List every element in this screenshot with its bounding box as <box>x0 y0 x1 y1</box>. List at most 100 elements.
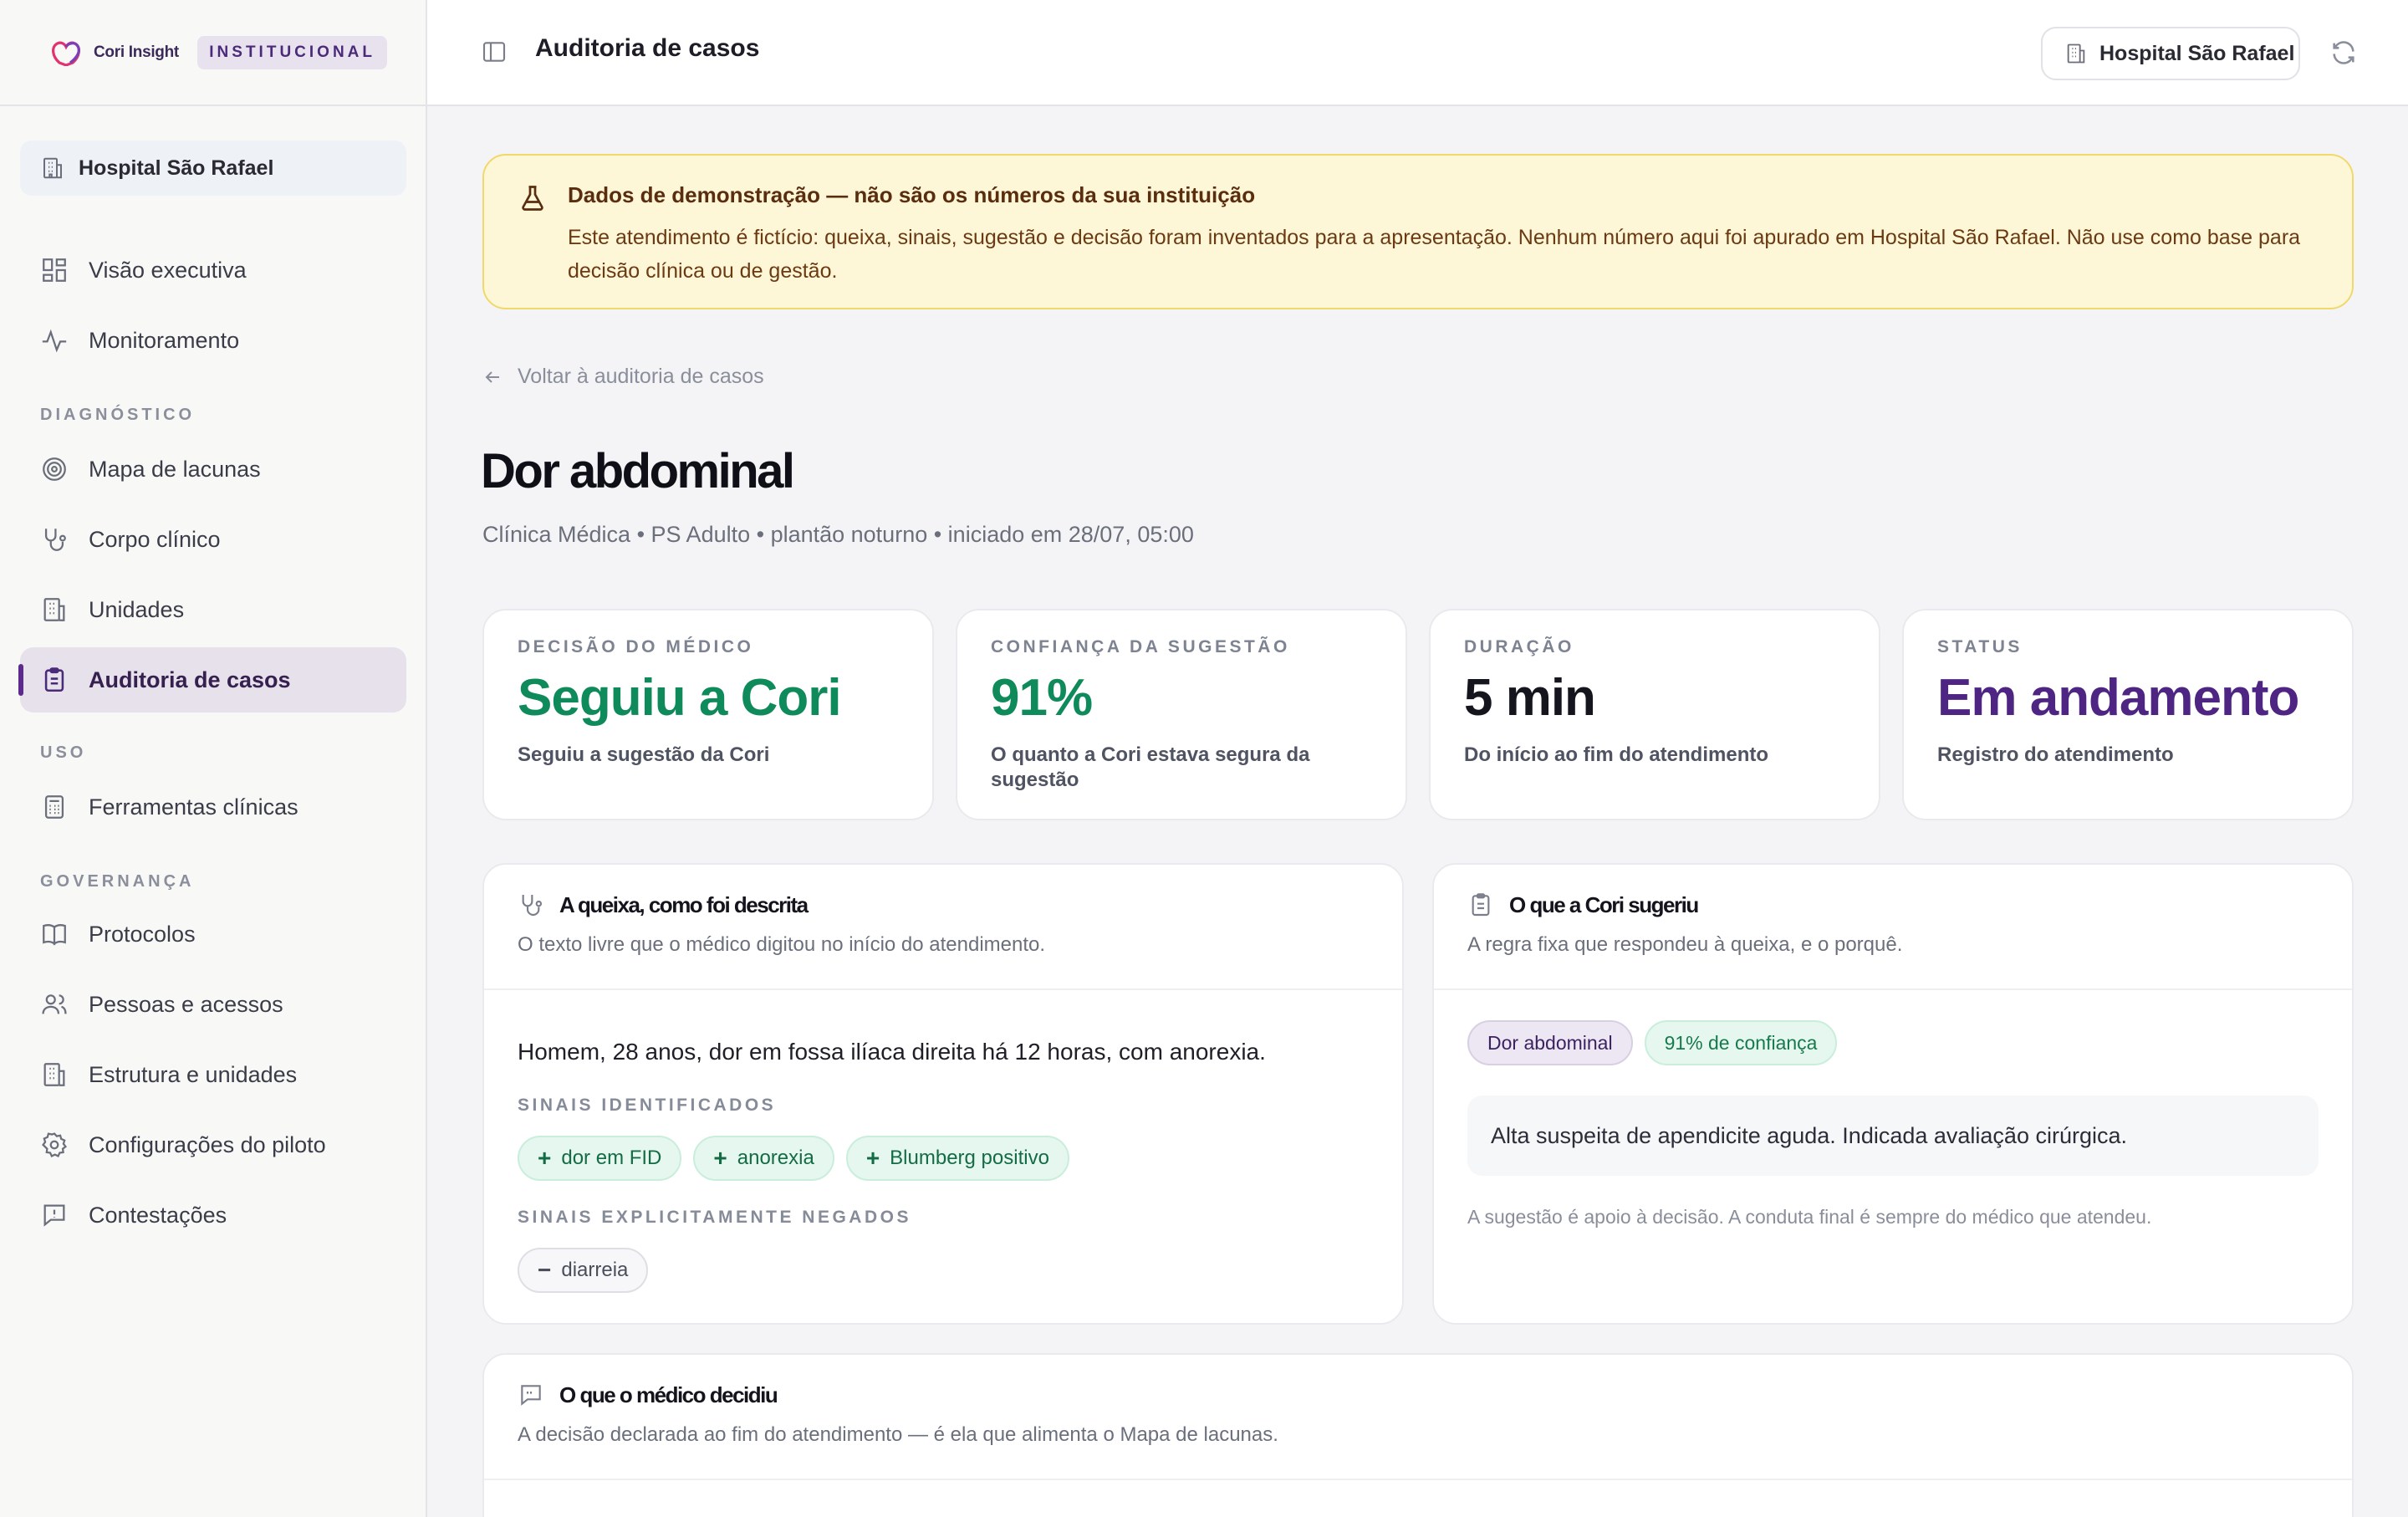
stat-card-decision: DECISÃO DO MÉDICO Seguiu a Cori Seguiu a… <box>482 609 934 820</box>
sidebar-item-configuracoes-do-piloto[interactable]: Configurações do piloto <box>20 1112 406 1177</box>
institutional-badge: INSTITUCIONAL <box>197 35 387 69</box>
sign-chip: + dor em FID <box>518 1136 682 1181</box>
card-header: O que a Cori sugeriu A regra fixa que re… <box>1434 865 2352 990</box>
stethoscope-icon <box>44 529 66 551</box>
sidebar-item-label: Configurações do piloto <box>89 1131 326 1157</box>
stat-card-status: STATUS Em andamento Registro do atendime… <box>1902 609 2354 820</box>
card-subtitle: A regra fixa que respondeu à queixa, e o… <box>1467 933 1903 956</box>
users-icon <box>42 994 67 1014</box>
clipboard-icon <box>1472 893 1490 917</box>
sign-chip: + Blumberg positivo <box>845 1136 1069 1181</box>
heart-logo-icon <box>52 41 80 66</box>
sidebar-item-pessoas-e-acessos[interactable]: Pessoas e acessos <box>20 972 406 1037</box>
card-subtitle: A decisão declarada ao fim do atendiment… <box>518 1423 1278 1446</box>
sidebar-item-corpo-clinico[interactable]: Corpo clínico <box>20 507 406 572</box>
page-header-title: Auditoria de casos <box>535 34 760 62</box>
sidebar-item-label: Ferramentas clínicas <box>89 794 298 820</box>
building-icon <box>43 157 62 179</box>
sidebar-toggle-icon[interactable] <box>481 38 508 65</box>
calculator-icon <box>44 795 64 819</box>
sidebar-item-label: Monitoramento <box>89 327 240 353</box>
stat-description: O quanto a Cori estava segura da sugestã… <box>991 743 1310 791</box>
plus-icon: + <box>865 1145 880 1171</box>
stat-description: Do início ao fim do atendimento <box>1464 743 1769 766</box>
stat-label: DURAÇÃO <box>1464 637 1574 656</box>
message-alert-icon <box>43 1204 65 1227</box>
clipboard-icon <box>44 667 64 692</box>
card-title-text: A queixa, como foi descrita <box>559 891 809 917</box>
stat-value: Seguiu a Cori <box>518 669 842 727</box>
plus-icon: + <box>538 1145 552 1171</box>
stat-description: Registro do atendimento <box>1937 743 2174 766</box>
flask-icon <box>522 186 543 211</box>
book-icon <box>43 924 66 946</box>
activity-icon <box>42 329 67 353</box>
building-icon <box>2067 43 2085 64</box>
sidebar-header: Cori Insight INSTITUCIONAL <box>0 0 426 106</box>
hospital-name: Hospital São Rafael <box>79 156 274 180</box>
sidebar-item-monitoramento[interactable]: Monitoramento <box>20 308 406 373</box>
card-title: O que o médico decidiu <box>518 1382 2319 1408</box>
complaint-text: Homem, 28 anos, dor em fossa ilíaca dire… <box>518 1039 1266 1065</box>
case-meta: Clínica Médica • PS Adulto • plantão not… <box>482 522 1194 547</box>
stat-value: 5 min <box>1464 669 1596 727</box>
decision-card: O que o médico decidiu A decisão declara… <box>482 1353 2354 1517</box>
building-icon <box>43 598 65 621</box>
brand-logo[interactable]: Cori Insight <box>50 39 179 66</box>
minus-icon: − <box>538 1257 552 1283</box>
negated-signs: − diarreia <box>518 1248 649 1293</box>
sign-chip-label: anorexia <box>737 1147 814 1169</box>
sidebar-item-label: Protocolos <box>89 921 196 947</box>
confidence-tag: 91% de confiança <box>1644 1020 1838 1065</box>
sidebar-item-label: Contestações <box>89 1202 227 1228</box>
refresh-icon[interactable] <box>2329 38 2358 67</box>
card-header: O que o médico decidiu A decisão declara… <box>484 1355 2352 1480</box>
topic-tag: Dor abdominal <box>1467 1020 1633 1065</box>
sign-chip-label: dor em FID <box>561 1147 662 1169</box>
gear-icon <box>42 1132 68 1157</box>
banner-title: Dados de demonstração — não são os númer… <box>568 182 1256 207</box>
nav-section-diagnostico: DIAGNÓSTICO <box>40 406 196 424</box>
sidebar-item-label: Corpo clínico <box>89 526 221 552</box>
sidebar-item-estrutura-e-unidades[interactable]: Estrutura e unidades <box>20 1042 406 1107</box>
hospital-switcher-label: Hospital São Rafael <box>2099 41 2295 65</box>
sidebar-item-auditoria-de-casos[interactable]: Auditoria de casos <box>18 647 406 713</box>
stat-value: 91% <box>991 669 1093 727</box>
stat-description: Seguiu a sugestão da Cori <box>518 743 770 766</box>
stethoscope-icon <box>522 895 543 917</box>
demo-data-banner: Dados de demonstração — não são os númer… <box>482 154 2354 309</box>
sidebar-item-visao-executiva[interactable]: Visão executiva <box>20 238 406 303</box>
sidebar-item-ferramentas-clinicas[interactable]: Ferramentas clínicas <box>20 774 406 840</box>
sign-chip-label: diarreia <box>561 1259 629 1281</box>
card-title-text: O que o médico decidiu <box>559 1382 778 1407</box>
sidebar-item-contestacoes[interactable]: Contestações <box>20 1182 406 1248</box>
hospital-switcher-button[interactable]: Hospital São Rafael <box>2041 27 2300 80</box>
negated-signs-label: SINAIS EXPLICITAMENTE NEGADOS <box>518 1208 911 1227</box>
hospital-selector[interactable]: Hospital São Rafael <box>20 140 406 196</box>
sidebar-item-unidades[interactable]: Unidades <box>20 577 406 642</box>
sidebar-item-label: Visão executiva <box>89 257 247 283</box>
stat-card-confidence: CONFIANÇA DA SUGESTÃO 91% O quanto a Cor… <box>956 609 1407 820</box>
back-link-label: Voltar à auditoria de casos <box>518 365 764 388</box>
back-to-audit-link[interactable]: Voltar à auditoria de casos <box>482 365 764 389</box>
nav-section-governanca: GOVERNANÇA <box>40 872 195 891</box>
sidebar-item-label: Unidades <box>89 596 185 622</box>
stat-label: STATUS <box>1937 637 2023 656</box>
sidebar-item-protocolos[interactable]: Protocolos <box>20 902 406 967</box>
nav-section-uso: USO <box>40 743 87 762</box>
identified-signs: + dor em FID + anorexia + Blumberg positivo <box>518 1136 1069 1181</box>
sidebar-item-mapa-de-lacunas[interactable]: Mapa de lacunas <box>20 437 406 502</box>
top-bar: Auditoria de casos Hospital São Rafael <box>427 0 2408 106</box>
card-subtitle: O texto livre que o médico digitou no in… <box>518 933 1046 956</box>
sidebar: Cori Insight INSTITUCIONAL Hospital São … <box>0 0 427 1517</box>
complaint-card: A queixa, como foi descrita O texto livr… <box>482 863 1404 1325</box>
sidebar-item-label: Pessoas e acessos <box>89 991 283 1017</box>
stat-label: CONFIANÇA DA SUGESTÃO <box>991 637 1290 656</box>
stat-label: DECISÃO DO MÉDICO <box>518 637 754 656</box>
suggestion-disclaimer: A sugestão é apoio à decisão. A conduta … <box>1467 1206 2152 1228</box>
dashboard-icon <box>43 258 66 282</box>
card-title: O que a Cori sugeriu <box>1467 891 2319 918</box>
sidebar-item-label: Auditoria de casos <box>89 667 291 692</box>
identified-signs-label: SINAIS IDENTIFICADOS <box>518 1096 777 1115</box>
quote-message-icon <box>521 1385 541 1406</box>
